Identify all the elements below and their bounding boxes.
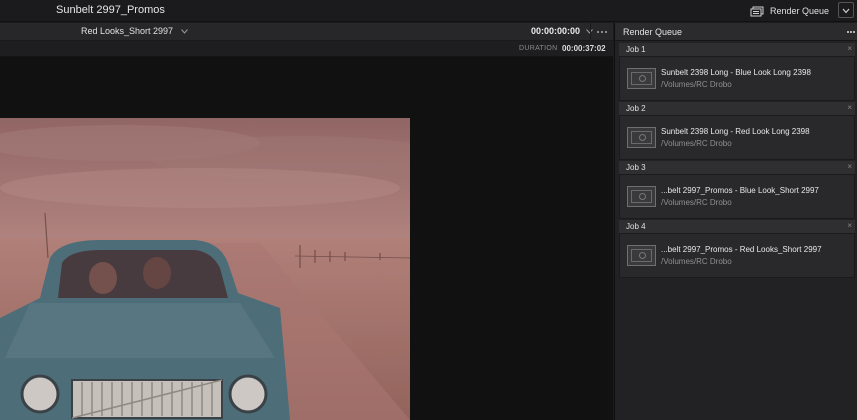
job-header: Job 4 ×	[619, 220, 855, 233]
job-name: ...belt 2997_Promos - Red Looks_Short 29…	[661, 245, 822, 254]
job-path: /Volumes/RC Drobo	[661, 80, 732, 89]
render-queue-icon	[750, 5, 764, 17]
job-name: Sunbelt 2398 Long - Red Look Long 2398	[661, 127, 810, 136]
job-header: Job 2 ×	[619, 102, 855, 115]
close-icon[interactable]: ×	[847, 162, 852, 171]
job-header: Job 1 ×	[619, 43, 855, 56]
job-header: Job 3 ×	[619, 161, 855, 174]
render-queue-panel: Render Queue Job 1 × Sunbelt 2398 Long -…	[614, 23, 857, 420]
project-title: Sunbelt 2997_Promos	[56, 4, 165, 16]
job-label: Job 4	[626, 222, 646, 231]
clip-thumbnail-icon	[627, 68, 656, 89]
video-frame	[0, 118, 410, 420]
job-path: /Volumes/RC Drobo	[661, 139, 732, 148]
clip-thumbnail-icon	[627, 245, 656, 266]
chevron-down-icon	[181, 26, 188, 36]
job-item[interactable]: Sunbelt 2398 Long - Blue Look Long 2398 …	[619, 56, 855, 101]
chevron-down-icon	[842, 1, 850, 19]
viewer-panel: Red Looks_Short 2997 00:00:00:00 DURATIO…	[0, 23, 613, 420]
job-item[interactable]: ...belt 2997_Promos - Red Looks_Short 29…	[619, 233, 855, 278]
render-job: Job 3 × ...belt 2997_Promos - Blue Look_…	[619, 161, 855, 219]
render-queue-header: Render Queue	[615, 23, 857, 41]
duration-value: 00:00:37:02	[562, 44, 606, 53]
render-job: Job 2 × Sunbelt 2398 Long - Red Look Lon…	[619, 102, 855, 160]
close-icon[interactable]: ×	[847, 103, 852, 112]
clip-name: Red Looks_Short 2997	[81, 26, 174, 36]
render-queue-toggle-button[interactable]: Render Queue	[750, 1, 829, 21]
close-icon[interactable]: ×	[847, 44, 852, 53]
clip-selector-dropdown[interactable]: Red Looks_Short 2997	[81, 26, 188, 36]
job-item[interactable]: ...belt 2997_Promos - Blue Look_Short 29…	[619, 174, 855, 219]
job-name: ...belt 2997_Promos - Blue Look_Short 29…	[661, 186, 819, 195]
timecode-value: 00:00:00:00	[531, 26, 581, 36]
timecode-dropdown[interactable]: 00:00:00:00	[531, 26, 593, 36]
render-job: Job 1 × Sunbelt 2398 Long - Blue Look Lo…	[619, 43, 855, 101]
title-bar: Sunbelt 2997_Promos Render Queue	[0, 0, 857, 22]
job-path: /Volumes/RC Drobo	[661, 257, 732, 266]
close-icon[interactable]: ×	[847, 221, 852, 230]
render-queue-toggle-label: Render Queue	[770, 6, 830, 16]
duration-label: DURATION	[519, 45, 558, 52]
viewer-info-bar: DURATION 00:00:37:02	[0, 41, 613, 57]
collapse-button[interactable]	[838, 2, 854, 18]
job-name: Sunbelt 2398 Long - Blue Look Long 2398	[661, 68, 811, 77]
viewer-header: Red Looks_Short 2997 00:00:00:00	[0, 23, 613, 41]
render-queue-title: Render Queue	[623, 27, 683, 37]
more-options-icon[interactable]	[844, 23, 857, 41]
job-item[interactable]: Sunbelt 2398 Long - Red Look Long 2398 /…	[619, 115, 855, 160]
job-label: Job 2	[626, 104, 646, 113]
clip-thumbnail-icon	[627, 127, 656, 148]
job-label: Job 3	[626, 163, 646, 172]
clip-thumbnail-icon	[627, 186, 656, 207]
more-options-icon[interactable]	[590, 23, 613, 41]
job-label: Job 1	[626, 45, 646, 54]
job-path: /Volumes/RC Drobo	[661, 198, 732, 207]
render-job: Job 4 × ...belt 2997_Promos - Red Looks_…	[619, 220, 855, 278]
